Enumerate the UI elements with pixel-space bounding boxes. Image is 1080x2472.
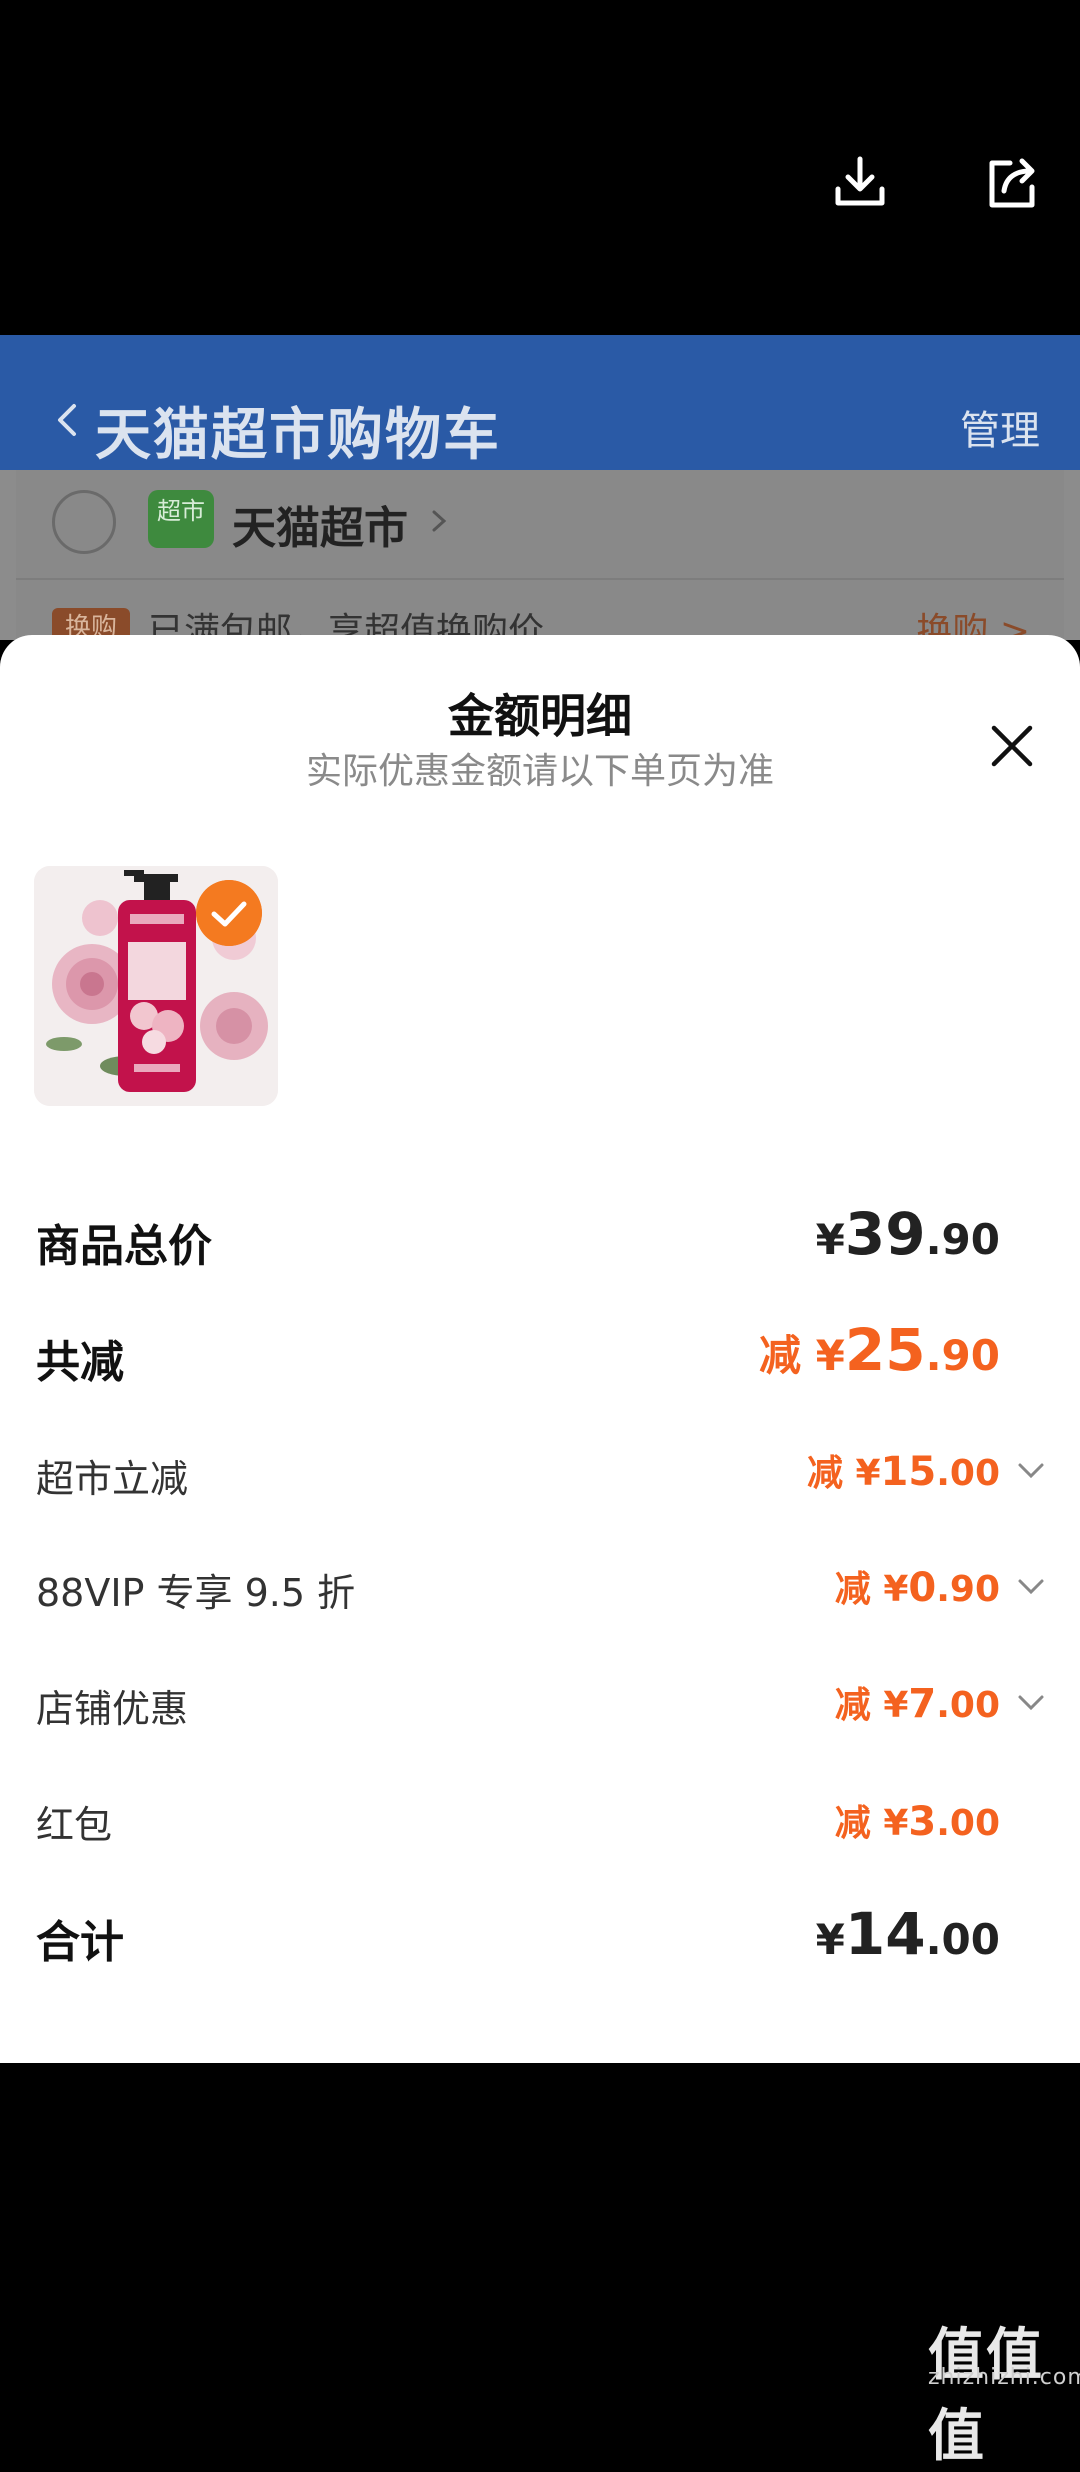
sum-label: 合计	[36, 1917, 124, 1968]
store-logo: 超市	[148, 490, 214, 548]
redpacket-amount: 减 ¥3.00	[834, 1799, 1000, 1845]
total-price-label: 商品总价	[36, 1221, 212, 1272]
store-discount-amount[interactable]: 减 ¥7.00	[835, 1676, 1000, 1728]
close-icon[interactable]	[984, 718, 1040, 774]
cart-title: 天猫超市购物车	[95, 403, 501, 468]
back-icon[interactable]	[50, 402, 86, 438]
divider	[16, 578, 1064, 580]
store-select-radio[interactable]	[52, 490, 116, 554]
top-bar	[0, 0, 1080, 335]
total-discount-amount: 减 ¥25.90	[759, 1316, 1000, 1384]
chevron-down-icon[interactable]	[1016, 1572, 1046, 1602]
share-icon[interactable]	[982, 153, 1042, 213]
manage-button[interactable]: 管理	[960, 398, 1040, 456]
watermark-text: 值值值	[928, 2323, 1044, 2469]
redpacket-label: 红包	[36, 1803, 113, 1847]
supermarket-discount-amount[interactable]: 减 ¥15.00	[807, 1444, 1000, 1496]
vip-discount-label: 88VIP 专享 9.5 折	[36, 1571, 356, 1615]
sum-amount: ¥14.00	[815, 1900, 1000, 1968]
selected-check-icon	[196, 880, 262, 946]
download-icon[interactable]	[830, 153, 890, 213]
total-price-amount: ¥39.90	[815, 1200, 1000, 1268]
total-discount-label: 共减	[36, 1337, 124, 1388]
store-discount-label: 店铺优惠	[36, 1687, 189, 1731]
vip-discount-amount[interactable]: 减 ¥0.90	[835, 1560, 1000, 1612]
bottom-area	[0, 2063, 1080, 2400]
chevron-down-icon[interactable]	[1016, 1456, 1046, 1486]
watermark-url: zhizhizhi.com	[928, 2365, 1080, 2390]
chevron-down-icon[interactable]	[1016, 1688, 1046, 1718]
store-name[interactable]: 天猫超市	[232, 492, 408, 556]
sheet-title: 金额明细	[448, 689, 632, 743]
chevron-right-icon	[432, 510, 447, 532]
sheet-subtitle: 实际优惠金额请以下单页为准	[305, 751, 774, 792]
supermarket-discount-label: 超市立减	[36, 1457, 189, 1501]
